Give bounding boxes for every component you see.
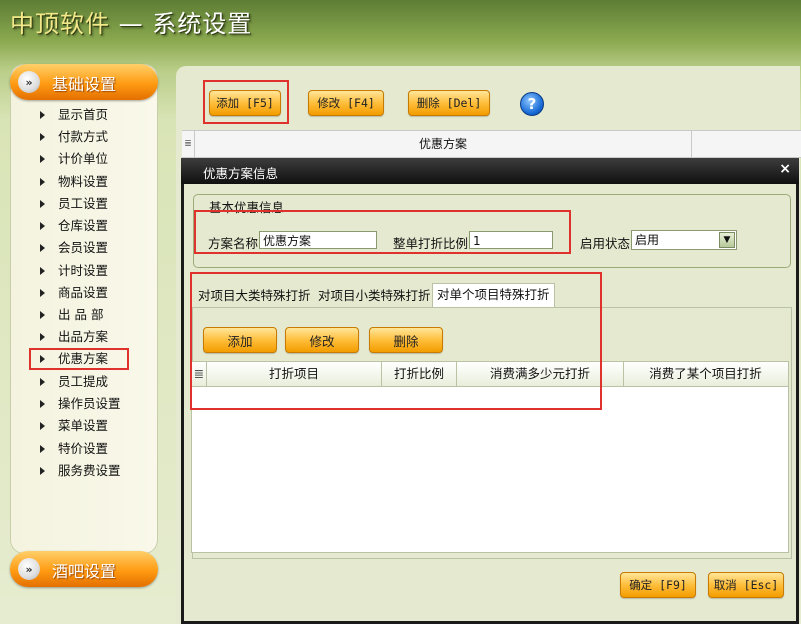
arrow-right-icon <box>40 355 45 363</box>
row-handle-icon: ≣ <box>192 362 207 386</box>
status-select[interactable]: 启用 ▼ <box>631 230 737 250</box>
chevron-down-icon[interactable]: ▼ <box>719 232 735 248</box>
sidebar-header-bar-settings[interactable]: » 酒吧设置 <box>10 551 158 587</box>
sidebar-item-label: 出品方案 <box>58 329 109 344</box>
arrow-right-icon <box>40 267 45 275</box>
arrow-right-icon <box>40 445 45 453</box>
discount-items-grid-header: ≣ 打折项目 打折比例 消费满多少元打折 消费了某个项目打折 <box>192 362 788 387</box>
dialog-body: 基本优惠信息 方案名称 优惠方案 整单打折比例 1 启用状态 启用 ▼ 对项目大… <box>184 184 796 621</box>
add-button[interactable]: 添加 [F5] <box>209 90 281 116</box>
help-icon[interactable]: ? <box>520 92 544 116</box>
tab-single-item[interactable]: 对单个项目特殊打折 <box>432 283 555 308</box>
sidebar-item-special-price[interactable]: 特价设置 <box>30 439 150 459</box>
sidebar-item-units[interactable]: 计价单位 <box>30 149 150 169</box>
discount-plan-grid-header: ≣ 优惠方案 <box>182 130 801 158</box>
sidebar-item-operators[interactable]: 操作员设置 <box>30 394 150 414</box>
arrow-right-icon <box>40 378 45 386</box>
arrow-right-icon <box>40 333 45 341</box>
sidebar-item-service-fee[interactable]: 服务费设置 <box>30 461 150 481</box>
sidebar-item-payment-methods[interactable]: 付款方式 <box>30 127 150 147</box>
status-selected-value: 启用 <box>635 233 660 247</box>
sidebar-item-label: 服务费设置 <box>58 463 121 478</box>
arrow-right-icon <box>40 289 45 297</box>
sidebar-item-staff[interactable]: 员工设置 <box>30 194 150 214</box>
sidebar-item-label: 付款方式 <box>58 129 109 144</box>
app-brand: 中顶软件 <box>10 10 110 38</box>
delete-button[interactable]: 删除 [Del] <box>408 90 490 116</box>
arrow-right-icon <box>40 133 45 141</box>
arrow-right-icon <box>40 244 45 252</box>
sidebar-item-output-dept[interactable]: 出 品 部 <box>30 305 150 325</box>
tab-minor-category[interactable]: 对项目小类特殊打折 <box>314 285 435 307</box>
sidebar-item-home[interactable]: 显示首页 <box>30 105 150 125</box>
arrow-right-icon <box>40 222 45 230</box>
sidebar-item-label: 优惠方案 <box>58 351 109 366</box>
arrow-right-icon <box>40 467 45 475</box>
sidebar-item-label: 物料设置 <box>58 174 109 189</box>
sidebar-item-materials[interactable]: 物料设置 <box>30 172 150 192</box>
plan-name-field[interactable]: 优惠方案 <box>259 231 377 249</box>
close-icon[interactable]: × <box>779 161 791 177</box>
discount-plan-dialog: 优惠方案信息 × 基本优惠信息 方案名称 优惠方案 整单打折比例 1 启用状态 … <box>181 158 799 624</box>
sidebar-item-timing[interactable]: 计时设置 <box>30 261 150 281</box>
sidebar-header-label: 基础设置 <box>52 75 117 94</box>
ratio-label: 整单打折比例 <box>393 236 469 251</box>
row-handle-icon: ≣ <box>182 131 195 157</box>
arrow-right-icon <box>40 111 45 119</box>
sidebar-item-label: 出 品 部 <box>58 307 104 322</box>
expand-icon: » <box>18 71 40 93</box>
sidebar-header-basic-settings[interactable]: » 基础设置 <box>10 64 158 100</box>
arrow-right-icon <box>40 311 45 319</box>
sub-add-button[interactable]: 添加 <box>203 327 277 353</box>
arrow-right-icon <box>40 422 45 430</box>
column-header-item[interactable]: 打折项目 <box>207 362 382 386</box>
ratio-field[interactable]: 1 <box>469 231 553 249</box>
column-header-item-spend[interactable]: 消费了某个项目打折 <box>624 362 787 386</box>
sidebar-item-output-plan[interactable]: 出品方案 <box>30 327 150 347</box>
grid-column-header[interactable]: 优惠方案 <box>195 131 692 157</box>
sub-edit-button[interactable]: 修改 <box>285 327 359 353</box>
sidebar-item-discount-plan[interactable]: 优惠方案 <box>29 348 129 370</box>
edit-button[interactable]: 修改 [F4] <box>308 90 384 116</box>
sidebar-item-label: 商品设置 <box>58 285 109 300</box>
dialog-titlebar: 优惠方案信息 × <box>181 158 799 184</box>
sidebar-item-label: 操作员设置 <box>58 396 121 411</box>
app-title: 中顶软件 — 系统设置 <box>10 4 252 39</box>
sidebar-item-label: 会员设置 <box>58 240 109 255</box>
sub-delete-button[interactable]: 删除 <box>369 327 443 353</box>
status-label: 启用状态 <box>580 236 631 251</box>
sidebar-item-products[interactable]: 商品设置 <box>30 283 150 303</box>
sidebar-item-label: 员工提成 <box>58 374 109 389</box>
sidebar-item-members[interactable]: 会员设置 <box>30 238 150 258</box>
expand-icon: » <box>18 558 40 580</box>
cancel-button[interactable]: 取消 [Esc] <box>708 572 784 598</box>
sidebar-item-warehouse[interactable]: 仓库设置 <box>30 216 150 236</box>
arrow-right-icon <box>40 155 45 163</box>
arrow-right-icon <box>40 178 45 186</box>
sidebar-item-label: 员工设置 <box>58 196 109 211</box>
column-header-min-spend[interactable]: 消费满多少元打折 <box>457 362 624 386</box>
title-separator: — <box>110 10 153 38</box>
app-window-title: 系统设置 <box>152 10 253 38</box>
dialog-title: 优惠方案信息 <box>203 166 279 181</box>
sidebar-item-commission[interactable]: 员工提成 <box>30 372 150 392</box>
sidebar-item-label: 特价设置 <box>58 441 109 456</box>
sidebar-item-label: 仓库设置 <box>58 218 109 233</box>
sidebar-item-label: 计价单位 <box>58 151 109 166</box>
arrow-right-icon <box>40 400 45 408</box>
column-header-ratio[interactable]: 打折比例 <box>382 362 457 386</box>
basic-info-group: 基本优惠信息 方案名称 优惠方案 整单打折比例 1 启用状态 启用 ▼ <box>193 194 791 268</box>
group-legend: 基本优惠信息 <box>206 197 288 216</box>
plan-name-label: 方案名称 <box>208 236 259 251</box>
arrow-right-icon <box>40 200 45 208</box>
tab-major-category[interactable]: 对项目大类特殊打折 <box>194 285 315 307</box>
discount-items-grid: ≣ 打折项目 打折比例 消费满多少元打折 消费了某个项目打折 <box>191 361 789 553</box>
sidebar-item-label: 显示首页 <box>58 107 109 122</box>
ok-button[interactable]: 确定 [F9] <box>620 572 696 598</box>
sidebar-item-label: 菜单设置 <box>58 418 109 433</box>
sidebar-item-menu[interactable]: 菜单设置 <box>30 416 150 436</box>
sidebar-item-label: 计时设置 <box>58 263 109 278</box>
sidebar-header-label: 酒吧设置 <box>52 562 117 581</box>
